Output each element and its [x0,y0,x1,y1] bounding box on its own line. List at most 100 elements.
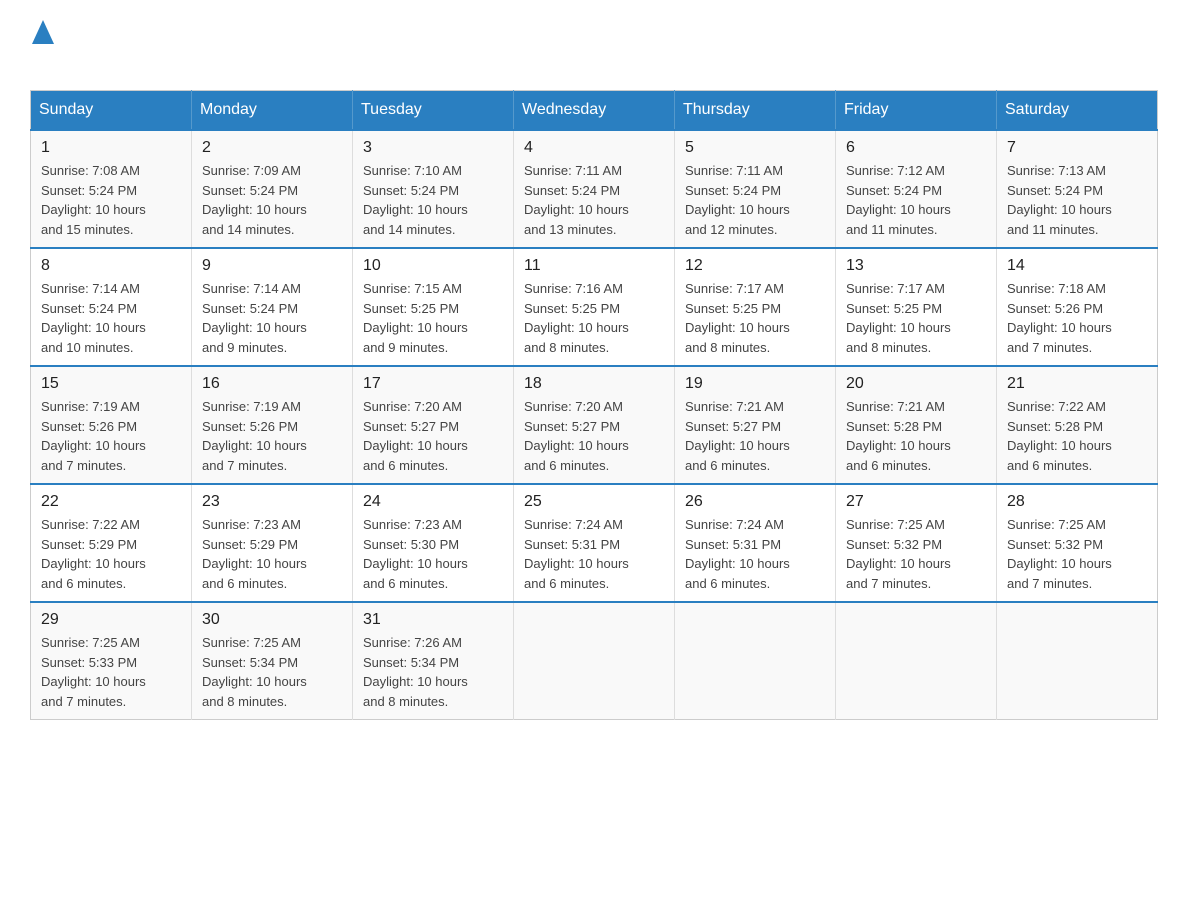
header-row: SundayMondayTuesdayWednesdayThursdayFrid… [31,91,1158,131]
header-cell-wednesday: Wednesday [514,91,675,131]
day-cell: 21 Sunrise: 7:22 AMSunset: 5:28 PMDaylig… [997,366,1158,484]
calendar-body: 1 Sunrise: 7:08 AMSunset: 5:24 PMDayligh… [31,130,1158,720]
week-row-1: 1 Sunrise: 7:08 AMSunset: 5:24 PMDayligh… [31,130,1158,248]
header-cell-sunday: Sunday [31,91,192,131]
day-number: 29 [41,611,181,629]
day-info: Sunrise: 7:26 AMSunset: 5:34 PMDaylight:… [363,633,503,711]
day-info: Sunrise: 7:25 AMSunset: 5:34 PMDaylight:… [202,633,342,711]
day-number: 4 [524,139,664,157]
day-number: 5 [685,139,825,157]
day-info: Sunrise: 7:17 AMSunset: 5:25 PMDaylight:… [685,279,825,357]
day-number: 17 [363,375,503,393]
day-cell: 7 Sunrise: 7:13 AMSunset: 5:24 PMDayligh… [997,130,1158,248]
day-cell: 8 Sunrise: 7:14 AMSunset: 5:24 PMDayligh… [31,248,192,366]
day-info: Sunrise: 7:18 AMSunset: 5:26 PMDaylight:… [1007,279,1147,357]
day-number: 14 [1007,257,1147,275]
day-info: Sunrise: 7:25 AMSunset: 5:32 PMDaylight:… [1007,515,1147,593]
day-number: 1 [41,139,181,157]
day-number: 20 [846,375,986,393]
day-cell [997,602,1158,720]
day-number: 22 [41,493,181,511]
day-number: 18 [524,375,664,393]
day-cell: 28 Sunrise: 7:25 AMSunset: 5:32 PMDaylig… [997,484,1158,602]
day-cell: 16 Sunrise: 7:19 AMSunset: 5:26 PMDaylig… [192,366,353,484]
day-cell: 3 Sunrise: 7:10 AMSunset: 5:24 PMDayligh… [353,130,514,248]
day-number: 27 [846,493,986,511]
day-info: Sunrise: 7:14 AMSunset: 5:24 PMDaylight:… [41,279,181,357]
day-info: Sunrise: 7:19 AMSunset: 5:26 PMDaylight:… [202,397,342,475]
day-number: 16 [202,375,342,393]
day-cell: 19 Sunrise: 7:21 AMSunset: 5:27 PMDaylig… [675,366,836,484]
day-info: Sunrise: 7:19 AMSunset: 5:26 PMDaylight:… [41,397,181,475]
day-cell: 14 Sunrise: 7:18 AMSunset: 5:26 PMDaylig… [997,248,1158,366]
header-cell-tuesday: Tuesday [353,91,514,131]
day-cell: 2 Sunrise: 7:09 AMSunset: 5:24 PMDayligh… [192,130,353,248]
day-cell: 1 Sunrise: 7:08 AMSunset: 5:24 PMDayligh… [31,130,192,248]
day-cell [675,602,836,720]
day-number: 23 [202,493,342,511]
day-number: 3 [363,139,503,157]
day-info: Sunrise: 7:08 AMSunset: 5:24 PMDaylight:… [41,161,181,239]
day-info: Sunrise: 7:21 AMSunset: 5:27 PMDaylight:… [685,397,825,475]
day-cell: 9 Sunrise: 7:14 AMSunset: 5:24 PMDayligh… [192,248,353,366]
day-cell: 15 Sunrise: 7:19 AMSunset: 5:26 PMDaylig… [31,366,192,484]
day-number: 24 [363,493,503,511]
logo-triangle-icon [32,20,54,44]
day-info: Sunrise: 7:16 AMSunset: 5:25 PMDaylight:… [524,279,664,357]
day-info: Sunrise: 7:14 AMSunset: 5:24 PMDaylight:… [202,279,342,357]
day-number: 2 [202,139,342,157]
day-info: Sunrise: 7:25 AMSunset: 5:33 PMDaylight:… [41,633,181,711]
day-number: 11 [524,257,664,275]
day-number: 8 [41,257,181,275]
day-number: 26 [685,493,825,511]
day-cell: 18 Sunrise: 7:20 AMSunset: 5:27 PMDaylig… [514,366,675,484]
week-row-2: 8 Sunrise: 7:14 AMSunset: 5:24 PMDayligh… [31,248,1158,366]
day-info: Sunrise: 7:24 AMSunset: 5:31 PMDaylight:… [524,515,664,593]
day-number: 13 [846,257,986,275]
day-number: 31 [363,611,503,629]
day-info: Sunrise: 7:22 AMSunset: 5:29 PMDaylight:… [41,515,181,593]
page-header [30,20,1158,70]
day-cell [514,602,675,720]
week-row-4: 22 Sunrise: 7:22 AMSunset: 5:29 PMDaylig… [31,484,1158,602]
day-number: 19 [685,375,825,393]
day-number: 6 [846,139,986,157]
day-cell: 13 Sunrise: 7:17 AMSunset: 5:25 PMDaylig… [836,248,997,366]
day-cell: 4 Sunrise: 7:11 AMSunset: 5:24 PMDayligh… [514,130,675,248]
week-row-5: 29 Sunrise: 7:25 AMSunset: 5:33 PMDaylig… [31,602,1158,720]
day-info: Sunrise: 7:24 AMSunset: 5:31 PMDaylight:… [685,515,825,593]
day-number: 30 [202,611,342,629]
day-info: Sunrise: 7:11 AMSunset: 5:24 PMDaylight:… [685,161,825,239]
day-info: Sunrise: 7:10 AMSunset: 5:24 PMDaylight:… [363,161,503,239]
header-cell-friday: Friday [836,91,997,131]
header-cell-saturday: Saturday [997,91,1158,131]
day-cell: 27 Sunrise: 7:25 AMSunset: 5:32 PMDaylig… [836,484,997,602]
day-info: Sunrise: 7:25 AMSunset: 5:32 PMDaylight:… [846,515,986,593]
header-cell-thursday: Thursday [675,91,836,131]
day-info: Sunrise: 7:17 AMSunset: 5:25 PMDaylight:… [846,279,986,357]
day-cell: 30 Sunrise: 7:25 AMSunset: 5:34 PMDaylig… [192,602,353,720]
day-cell: 5 Sunrise: 7:11 AMSunset: 5:24 PMDayligh… [675,130,836,248]
day-cell: 20 Sunrise: 7:21 AMSunset: 5:28 PMDaylig… [836,366,997,484]
day-cell: 25 Sunrise: 7:24 AMSunset: 5:31 PMDaylig… [514,484,675,602]
day-info: Sunrise: 7:11 AMSunset: 5:24 PMDaylight:… [524,161,664,239]
day-cell: 29 Sunrise: 7:25 AMSunset: 5:33 PMDaylig… [31,602,192,720]
day-number: 12 [685,257,825,275]
header-cell-monday: Monday [192,91,353,131]
day-info: Sunrise: 7:22 AMSunset: 5:28 PMDaylight:… [1007,397,1147,475]
day-cell [836,602,997,720]
day-info: Sunrise: 7:15 AMSunset: 5:25 PMDaylight:… [363,279,503,357]
logo [30,20,54,70]
day-info: Sunrise: 7:13 AMSunset: 5:24 PMDaylight:… [1007,161,1147,239]
day-cell: 22 Sunrise: 7:22 AMSunset: 5:29 PMDaylig… [31,484,192,602]
day-info: Sunrise: 7:20 AMSunset: 5:27 PMDaylight:… [524,397,664,475]
day-number: 25 [524,493,664,511]
week-row-3: 15 Sunrise: 7:19 AMSunset: 5:26 PMDaylig… [31,366,1158,484]
day-number: 15 [41,375,181,393]
day-info: Sunrise: 7:21 AMSunset: 5:28 PMDaylight:… [846,397,986,475]
day-cell: 10 Sunrise: 7:15 AMSunset: 5:25 PMDaylig… [353,248,514,366]
day-cell: 24 Sunrise: 7:23 AMSunset: 5:30 PMDaylig… [353,484,514,602]
calendar-header: SundayMondayTuesdayWednesdayThursdayFrid… [31,91,1158,131]
day-cell: 31 Sunrise: 7:26 AMSunset: 5:34 PMDaylig… [353,602,514,720]
day-number: 21 [1007,375,1147,393]
